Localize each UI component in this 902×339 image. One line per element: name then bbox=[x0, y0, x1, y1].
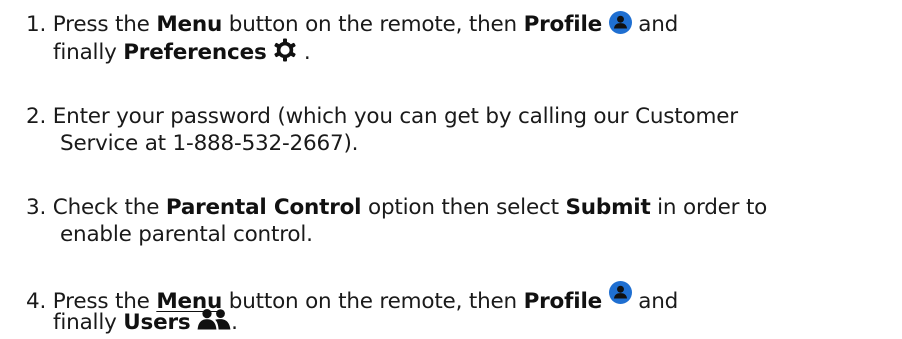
step-3-line-2: enable parental control. bbox=[60, 222, 313, 247]
step-4-line-1: 4. Press the Menu button on the remote, … bbox=[26, 281, 896, 314]
step-2-line-2: Service at 1-888-532-2667). bbox=[60, 131, 359, 156]
preferences-label: Preferences bbox=[123, 40, 267, 65]
profile-label: Profile bbox=[523, 289, 603, 314]
step-1: 1. Press the Menu button on the remote, … bbox=[26, 11, 896, 65]
profile-icon bbox=[608, 281, 632, 304]
profile-label: Profile bbox=[523, 12, 603, 37]
submit-label: Submit bbox=[565, 195, 651, 220]
step-3-number: 3. bbox=[26, 195, 47, 220]
step-4-number: 4. bbox=[26, 289, 47, 314]
gear-icon bbox=[273, 38, 297, 62]
step-2-line-1: 2. Enter your password (which you can ge… bbox=[26, 104, 738, 129]
profile-icon bbox=[608, 11, 632, 34]
step-1-line-2: finally Preferences . bbox=[53, 38, 311, 65]
users-icon bbox=[197, 308, 231, 330]
step-3-line-1: 3. Check the Parental Control option the… bbox=[26, 195, 768, 220]
step-4: 4. Press the Menu button on the remote, … bbox=[26, 281, 896, 335]
parental-control-label: Parental Control bbox=[165, 195, 362, 220]
step-3: 3. Check the Parental Control option the… bbox=[26, 194, 896, 248]
step-2-number: 2. bbox=[26, 104, 47, 129]
step-2: 2. Enter your password (which you can ge… bbox=[26, 103, 896, 157]
step-1-line-1: 1. Press the Menu button on the remote, … bbox=[26, 11, 679, 37]
users-label: Users bbox=[123, 310, 191, 335]
menu-label: Menu bbox=[156, 12, 223, 37]
step-1-number: 1. bbox=[26, 12, 47, 37]
